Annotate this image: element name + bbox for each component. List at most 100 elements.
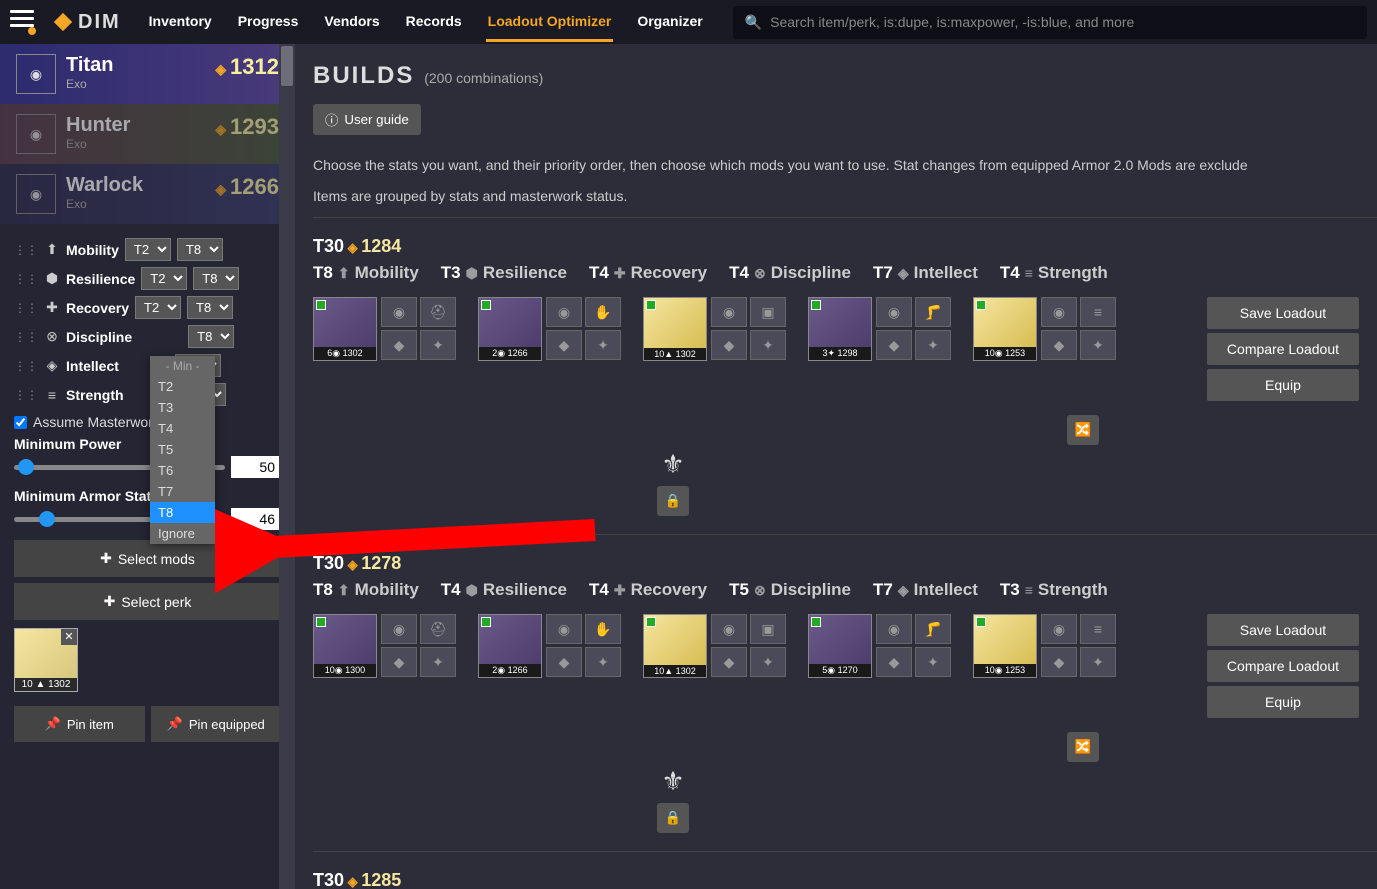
mod-slot[interactable]: ⛑ bbox=[420, 297, 456, 327]
mod-slot[interactable]: 🦵 bbox=[915, 614, 951, 644]
mod-slot[interactable]: ✦ bbox=[420, 330, 456, 360]
mod-slot[interactable]: ✦ bbox=[750, 330, 786, 360]
mod-slot[interactable]: ✦ bbox=[1080, 330, 1116, 360]
stat-row-intellect[interactable]: ⋮⋮ ◈ Intellect T8 bbox=[14, 354, 281, 377]
mod-slot[interactable]: ◆ bbox=[876, 647, 912, 677]
armor-item[interactable]: 10◉ 1300 bbox=[313, 614, 377, 678]
shuffle-button[interactable]: 🔀 bbox=[1067, 415, 1099, 445]
stat-row-recovery[interactable]: ⋮⋮ ✚ Recovery T2 T8 bbox=[14, 296, 281, 319]
search-input[interactable]: 🔍 Search item/perk, is:dupe, is:maxpower… bbox=[733, 6, 1367, 39]
mod-slot[interactable]: ✦ bbox=[750, 647, 786, 677]
character-warlock[interactable]: ◉ Warlock Exo 1266 bbox=[0, 164, 295, 224]
mod-slot[interactable]: ◆ bbox=[1041, 330, 1077, 360]
tier-dropdown-open[interactable]: - Min -T2T3T4T5T6T7T8Ignore bbox=[150, 356, 215, 544]
armor-item[interactable]: 10◉ 1253 bbox=[973, 297, 1037, 361]
dropdown-option[interactable]: Ignore bbox=[150, 523, 215, 544]
mod-slot[interactable]: ▣ bbox=[750, 297, 786, 327]
dropdown-option[interactable]: T4 bbox=[150, 418, 215, 439]
nav-link-vendors[interactable]: Vendors bbox=[322, 3, 381, 42]
stat-row-mobility[interactable]: ⋮⋮ ⬆ Mobility T2 T8 bbox=[14, 238, 281, 261]
mod-slot[interactable]: ✋ bbox=[585, 614, 621, 644]
drag-handle-icon[interactable]: ⋮⋮ bbox=[14, 330, 38, 344]
equip-button[interactable]: Equip bbox=[1207, 369, 1359, 401]
mod-slot[interactable]: ◉ bbox=[711, 614, 747, 644]
armor-item[interactable]: 10▲ 1302 bbox=[643, 297, 707, 361]
mod-slot[interactable]: ✦ bbox=[915, 330, 951, 360]
dropdown-option[interactable]: - Min - bbox=[150, 356, 215, 376]
armor-item[interactable]: 2◉ 1266 bbox=[478, 297, 542, 361]
dropdown-option[interactable]: T6 bbox=[150, 460, 215, 481]
logo[interactable]: DIM bbox=[52, 11, 121, 34]
mod-slot[interactable]: ◆ bbox=[546, 330, 582, 360]
armor-item[interactable]: 10◉ 1253 bbox=[973, 614, 1037, 678]
nav-link-organizer[interactable]: Organizer bbox=[635, 3, 704, 42]
stat-row-strength[interactable]: ⋮⋮ ≡ Strength T8 bbox=[14, 383, 281, 406]
mod-slot[interactable]: ✦ bbox=[585, 330, 621, 360]
mod-slot[interactable]: ◆ bbox=[381, 647, 417, 677]
compare-loadout-button[interactable]: Compare Loadout bbox=[1207, 333, 1359, 365]
mod-slot[interactable]: ◉ bbox=[876, 297, 912, 327]
dropdown-option[interactable]: T5 bbox=[150, 439, 215, 460]
drag-handle-icon[interactable]: ⋮⋮ bbox=[14, 301, 38, 315]
pin-item-button[interactable]: 📌 Pin item bbox=[14, 706, 145, 742]
mod-slot[interactable]: ◆ bbox=[711, 330, 747, 360]
min-tier-select[interactable]: T2 bbox=[141, 267, 187, 290]
mod-slot[interactable]: ✋ bbox=[585, 297, 621, 327]
pin-equipped-button[interactable]: 📌 Pin equipped bbox=[151, 706, 282, 742]
mod-slot[interactable]: ◉ bbox=[546, 297, 582, 327]
armor-item[interactable]: 3✦ 1298 bbox=[808, 297, 872, 361]
max-tier-select[interactable]: T8 bbox=[193, 267, 239, 290]
dropdown-option[interactable]: T7 bbox=[150, 481, 215, 502]
mod-slot[interactable]: ◆ bbox=[1041, 647, 1077, 677]
dropdown-option[interactable]: T8 bbox=[150, 502, 215, 523]
armor-item[interactable]: 10▲ 1302 bbox=[643, 614, 707, 678]
dropdown-option[interactable]: T2 bbox=[150, 376, 215, 397]
mod-slot[interactable]: ◉ bbox=[876, 614, 912, 644]
mod-slot[interactable]: ✦ bbox=[915, 647, 951, 677]
mod-slot[interactable]: ◉ bbox=[1041, 614, 1077, 644]
nav-link-records[interactable]: Records bbox=[404, 3, 464, 42]
max-tier-select[interactable]: T8 bbox=[187, 296, 233, 319]
drag-handle-icon[interactable]: ⋮⋮ bbox=[14, 388, 38, 402]
armor-item[interactable]: 2◉ 1266 bbox=[478, 614, 542, 678]
character-titan[interactable]: ◉ Titan Exo 1312 bbox=[0, 44, 295, 104]
menu-icon[interactable] bbox=[10, 6, 34, 39]
drag-handle-icon[interactable]: ⋮⋮ bbox=[14, 243, 38, 257]
mod-slot[interactable]: ✦ bbox=[1080, 647, 1116, 677]
shuffle-button[interactable]: 🔀 bbox=[1067, 732, 1099, 762]
sidebar-scrollbar[interactable] bbox=[279, 44, 295, 889]
drag-handle-icon[interactable]: ⋮⋮ bbox=[14, 272, 38, 286]
mod-slot[interactable]: ◆ bbox=[546, 647, 582, 677]
mod-slot[interactable]: ◉ bbox=[711, 297, 747, 327]
drag-handle-icon[interactable]: ⋮⋮ bbox=[14, 359, 38, 373]
nav-link-loadout-optimizer[interactable]: Loadout Optimizer bbox=[486, 3, 614, 42]
dropdown-option[interactable]: T3 bbox=[150, 397, 215, 418]
nav-link-progress[interactable]: Progress bbox=[236, 3, 301, 42]
mod-slot[interactable]: ✦ bbox=[420, 647, 456, 677]
assume-mw-checkbox[interactable] bbox=[14, 416, 27, 429]
lock-button[interactable]: 🔒 bbox=[657, 486, 689, 516]
armor-item[interactable]: 5◉ 1270 bbox=[808, 614, 872, 678]
mod-slot[interactable]: ◆ bbox=[711, 647, 747, 677]
mod-slot[interactable]: ◉ bbox=[381, 297, 417, 327]
mod-slot[interactable]: ⛑ bbox=[420, 614, 456, 644]
mod-slot[interactable]: 🦵 bbox=[915, 297, 951, 327]
character-hunter[interactable]: ◉ Hunter Exo 1293 bbox=[0, 104, 295, 164]
mod-slot[interactable]: ◉ bbox=[546, 614, 582, 644]
stat-row-resilience[interactable]: ⋮⋮ ⬢ Resilience T2 T8 bbox=[14, 267, 281, 290]
min-tier-select[interactable]: T2 bbox=[125, 238, 171, 261]
min-tier-select[interactable]: T2 bbox=[135, 296, 181, 319]
min-power-value[interactable]: 50 bbox=[231, 456, 281, 478]
mod-slot[interactable]: ◆ bbox=[381, 330, 417, 360]
armor-item[interactable]: 6◉ 1302 bbox=[313, 297, 377, 361]
mod-slot[interactable]: ✦ bbox=[585, 647, 621, 677]
equip-button[interactable]: Equip bbox=[1207, 686, 1359, 718]
lock-button[interactable]: 🔒 bbox=[657, 803, 689, 833]
mod-slot[interactable]: ◉ bbox=[1041, 297, 1077, 327]
user-guide-button[interactable]: ⓘ User guide bbox=[313, 104, 421, 135]
mod-slot[interactable]: ◉ bbox=[381, 614, 417, 644]
close-icon[interactable]: ✕ bbox=[61, 629, 77, 645]
max-tier-select[interactable]: T8 bbox=[177, 238, 223, 261]
save-loadout-button[interactable]: Save Loadout bbox=[1207, 614, 1359, 646]
compare-loadout-button[interactable]: Compare Loadout bbox=[1207, 650, 1359, 682]
